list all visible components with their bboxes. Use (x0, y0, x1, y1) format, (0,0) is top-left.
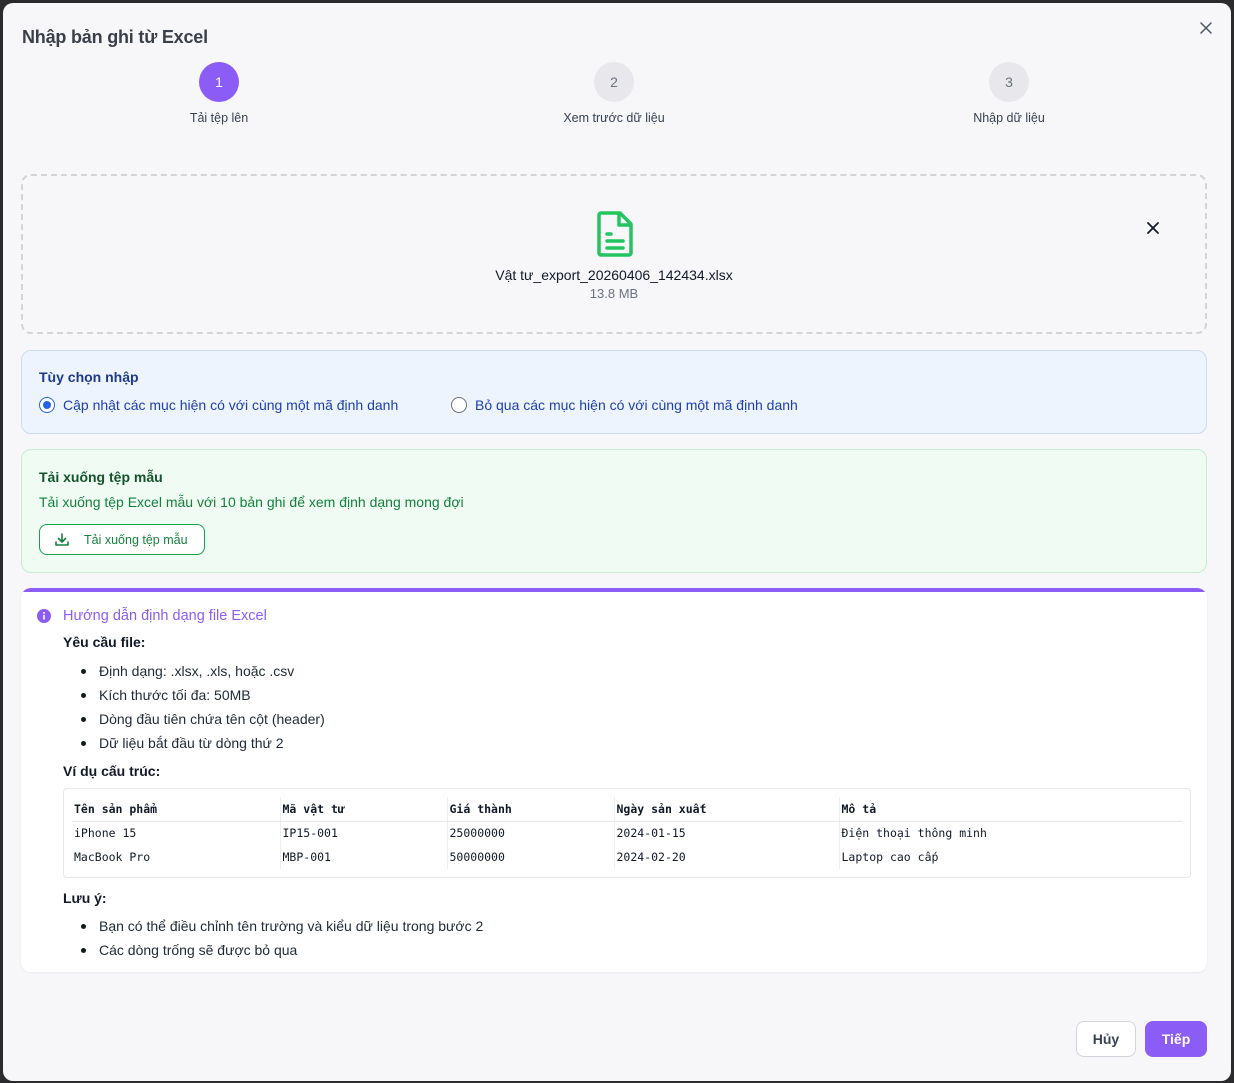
radio-label: Bỏ qua các mục hiện có với cùng một mã đ… (475, 397, 798, 413)
file-size: 13.8 MB (589, 286, 639, 301)
list-item: Bạn có thể điều chỉnh tên trường và kiểu… (81, 914, 483, 938)
import-dialog: Nhập bản ghi từ Excel 1 Tải tệp lên 2 Xe… (3, 3, 1231, 1081)
close-icon[interactable] (1197, 19, 1215, 37)
format-guide-panel: Hướng dẫn định dạng file Excel Yêu cầu f… (21, 588, 1207, 972)
list-item: Dòng đầu tiên chứa tên cột (header) (81, 707, 325, 731)
step-import: 3 Nhập dữ liệu (899, 62, 1119, 125)
import-options-heading: Tùy chọn nhập (39, 369, 139, 385)
dialog-title: Nhập bản ghi từ Excel (22, 27, 208, 47)
table-cell: MBP-001 (279, 845, 447, 869)
download-template-label: Tải xuống tệp mẫu (84, 532, 188, 547)
notes-title: Lưu ý: (63, 890, 107, 906)
next-button[interactable]: Tiếp (1145, 1021, 1207, 1057)
example-table-box: Tên sản phẩm Mã vật tư Giá thành Ngày sả… (63, 788, 1191, 878)
step-number: 2 (594, 62, 634, 102)
table-row: MacBook Pro MBP-001 50000000 2024-02-20 … (72, 845, 1182, 869)
radio-update-existing[interactable]: Cập nhật các mục hiện có với cùng một mã… (39, 397, 398, 413)
step-preview: 2 Xem trước dữ liệu (504, 62, 724, 125)
file-name: Vật tư_export_20260406_142434.xlsx (495, 267, 733, 283)
table-cell: Laptop cao cấp (838, 845, 1182, 869)
info-icon (37, 609, 51, 623)
requirements-title: Yêu cầu file: (63, 634, 146, 650)
template-heading: Tải xuống tệp mẫu (39, 469, 163, 485)
list-item: Kích thước tối đa: 50MB (81, 683, 325, 707)
file-text-icon (597, 211, 633, 257)
table-cell: Điện thoại thông minh (838, 821, 1182, 845)
radio-indicator[interactable] (451, 397, 467, 413)
remove-file-icon[interactable] (1145, 220, 1161, 236)
guide-heading-row: Hướng dẫn định dạng file Excel (37, 608, 267, 624)
cancel-button[interactable]: Hủy (1076, 1021, 1136, 1057)
step-number: 3 (989, 62, 1029, 102)
guide-heading: Hướng dẫn định dạng file Excel (63, 608, 267, 624)
table-cell: IP15-001 (279, 821, 447, 845)
column-header: Ngày sản xuất (613, 797, 839, 822)
download-template-button[interactable]: Tải xuống tệp mẫu (39, 524, 205, 555)
list-item: Định dạng: .xlsx, .xls, hoặc .csv (81, 659, 325, 683)
import-options-panel: Tùy chọn nhập Cập nhật các mục hiện có v… (21, 350, 1207, 434)
column-header: Tên sản phẩm (72, 797, 280, 822)
radio-label: Cập nhật các mục hiện có với cùng một mã… (63, 397, 399, 413)
table-header-row: Tên sản phẩm Mã vật tư Giá thành Ngày sả… (72, 797, 1182, 822)
table-cell: 25000000 (446, 821, 614, 845)
radio-skip-existing[interactable]: Bỏ qua các mục hiện có với cùng một mã đ… (451, 397, 798, 413)
notes-list: Bạn có thể điều chỉnh tên trường và kiểu… (81, 914, 483, 962)
table-row: iPhone 15 IP15-001 25000000 2024-01-15 Đ… (72, 821, 1182, 845)
template-download-panel: Tải xuống tệp mẫu Tải xuống tệp Excel mẫ… (21, 449, 1207, 573)
column-header: Mã vật tư (279, 797, 447, 822)
table-cell: 2024-02-20 (613, 845, 839, 869)
step-upload: 1 Tải tệp lên (109, 62, 329, 125)
table-cell: MacBook Pro (74, 850, 151, 864)
template-description: Tải xuống tệp Excel mẫu với 10 bản ghi đ… (39, 494, 464, 510)
table-cell: iPhone 15 (74, 826, 137, 841)
list-item: Các dòng trống sẽ được bỏ qua (81, 938, 483, 962)
radio-indicator[interactable] (39, 397, 55, 413)
example-table: Tên sản phẩm Mã vật tư Giá thành Ngày sả… (72, 797, 1182, 869)
table-cell: 50000000 (446, 845, 614, 869)
step-number: 1 (199, 62, 239, 102)
requirements-list: Định dạng: .xlsx, .xls, hoặc .csv Kích t… (81, 659, 325, 755)
step-label: Tải tệp lên (189, 111, 249, 125)
step-label: Xem trước dữ liệu (563, 111, 665, 125)
download-icon (55, 532, 69, 546)
column-header: Mô tả (838, 797, 1182, 822)
list-item: Dữ liệu bắt đầu từ dòng thứ 2 (81, 731, 325, 755)
step-label: Nhập dữ liệu (973, 111, 1045, 125)
column-header: Giá thành (446, 797, 614, 822)
guide-accent-bar (21, 588, 1207, 592)
table-cell: 2024-01-15 (613, 821, 839, 845)
file-dropzone[interactable]: Vật tư_export_20260406_142434.xlsx 13.8 … (21, 174, 1207, 334)
example-title: Ví dụ cấu trúc: (63, 763, 161, 779)
